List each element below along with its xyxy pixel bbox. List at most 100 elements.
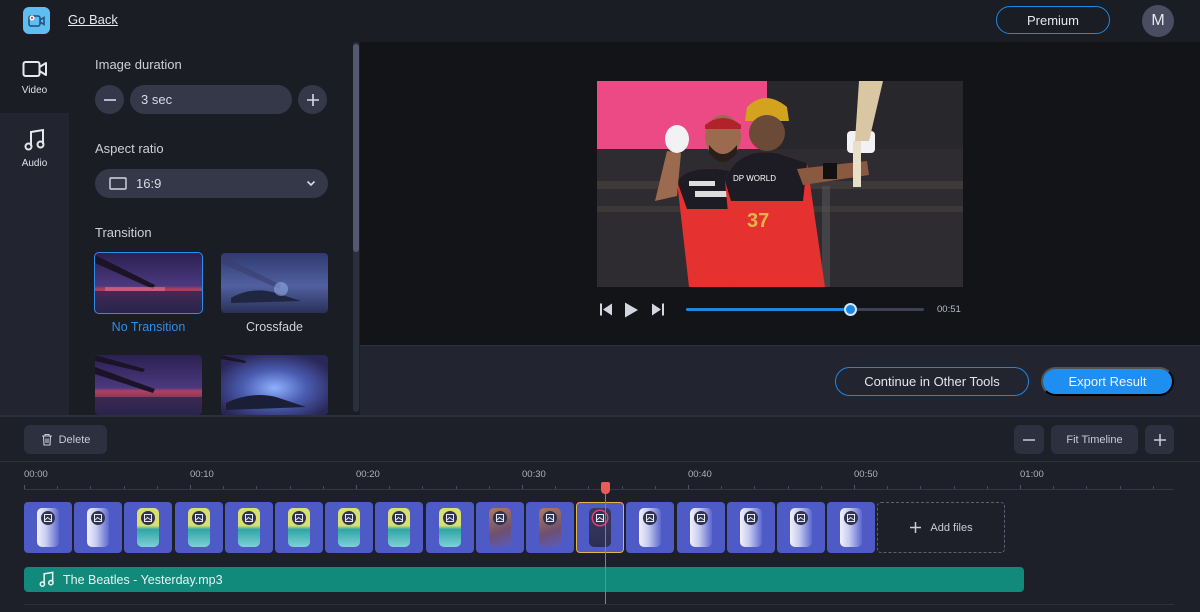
image-icon	[141, 511, 156, 525]
skip-forward-button[interactable]	[651, 302, 665, 322]
progress-knob[interactable]	[843, 303, 857, 316]
sidebar-item-label: Video	[21, 85, 48, 96]
clip-thumbnail	[338, 508, 361, 547]
timeline-clip[interactable]	[827, 502, 876, 553]
timeline-clip[interactable]	[626, 502, 675, 553]
image-icon	[543, 511, 557, 525]
chevron-down-icon	[306, 180, 316, 187]
timeline-clip[interactable]	[777, 502, 825, 553]
timeline-clip[interactable]	[224, 502, 273, 553]
timeline-clip[interactable]	[124, 502, 173, 553]
image-icon	[41, 511, 55, 525]
image-icon	[844, 511, 859, 525]
duration-input[interactable]: 3 sec	[130, 85, 292, 114]
clip-thumbnail	[288, 508, 310, 547]
clip-thumbnail	[388, 508, 411, 547]
clip-thumbnail	[739, 508, 762, 547]
delete-label: Delete	[58, 433, 91, 446]
plus-icon	[306, 93, 319, 106]
timeline-clip[interactable]	[174, 502, 223, 553]
app-logo[interactable]	[23, 7, 50, 34]
trash-icon	[41, 433, 52, 446]
transition-option-4[interactable]	[221, 355, 328, 415]
image-icon	[693, 511, 708, 525]
image-icon	[492, 511, 507, 525]
image-icon	[292, 511, 306, 525]
play-button[interactable]	[624, 302, 639, 323]
timeline-clip[interactable]	[275, 502, 323, 553]
video-camera-icon	[22, 61, 47, 77]
transition-option-no-transition[interactable]	[94, 252, 203, 314]
timeline-clip[interactable]	[325, 502, 374, 553]
progress-fill	[686, 308, 851, 311]
aspect-ratio-select[interactable]: 16:9	[95, 169, 328, 198]
duration-increment-button[interactable]	[298, 85, 327, 114]
add-files-label: Add files	[930, 521, 973, 534]
minus-icon	[103, 98, 116, 101]
timeline-clip[interactable]	[576, 502, 625, 553]
skip-back-button[interactable]	[599, 302, 613, 322]
ruler-divider	[0, 461, 1200, 462]
go-back-link[interactable]: Go Back	[68, 12, 118, 27]
ruler-tick-label: 00:40	[688, 469, 712, 480]
duration-decrement-button[interactable]	[95, 85, 124, 114]
timeline-clip[interactable]	[425, 502, 474, 553]
clip-thumbnail	[639, 508, 662, 547]
image-icon	[392, 511, 407, 525]
fit-timeline-label: Fit Timeline	[1066, 433, 1123, 446]
export-result-button[interactable]: Export Result	[1041, 367, 1174, 396]
image-icon	[191, 511, 206, 525]
audio-track[interactable]: The Beatles - Yesterday.mp3	[24, 567, 1024, 592]
add-files-button[interactable]: Add files	[877, 502, 1005, 553]
playhead-handle[interactable]	[601, 482, 610, 494]
image-icon	[794, 511, 808, 525]
svg-text:DP WORLD: DP WORLD	[733, 174, 776, 183]
settings-scrollbar-thumb[interactable]	[353, 44, 359, 252]
minus-icon	[1023, 438, 1035, 441]
fit-timeline-button[interactable]: Fit Timeline	[1051, 425, 1138, 454]
current-time: 00:51	[937, 304, 961, 315]
ruler-baseline	[24, 489, 1174, 490]
clip-thumbnail	[539, 508, 561, 547]
settings-panel: Image duration 3 sec Aspect ratio 16:9 T…	[69, 42, 359, 415]
ruler-tick-label: 00:00	[24, 469, 48, 480]
premium-button[interactable]: Premium	[996, 6, 1110, 34]
aspect-ratio-value: 16:9	[136, 176, 162, 191]
ruler-tick-label: 00:20	[356, 469, 380, 480]
zoom-in-button[interactable]	[1145, 425, 1174, 454]
clip-thumbnail	[37, 508, 59, 547]
sidebar-item-audio[interactable]: Audio	[0, 113, 69, 184]
timeline-clip[interactable]	[24, 502, 72, 553]
clip-thumbnail	[689, 508, 712, 547]
transition-label: Transition	[95, 225, 152, 240]
transition-label-crossfade: Crossfade	[246, 320, 303, 334]
skip-forward-icon	[652, 303, 664, 316]
rectangle-icon	[109, 177, 127, 190]
timeline-clip[interactable]	[375, 502, 424, 553]
bridge-thumbnail-image	[95, 253, 202, 313]
timeline-clip[interactable]	[475, 502, 524, 553]
timeline-clip[interactable]	[74, 502, 123, 553]
playhead-line	[605, 492, 606, 604]
ruler-tick-label: 00:30	[522, 469, 546, 480]
delete-button[interactable]: Delete	[24, 425, 107, 454]
video-frame-image: 37 DP WORLD	[597, 81, 963, 287]
sidebar-item-video[interactable]: Video	[0, 42, 69, 113]
transition-label-no-transition: No Transition	[111, 320, 186, 334]
timeline-clip[interactable]	[676, 502, 725, 553]
skip-back-icon	[600, 303, 612, 316]
zoom-out-button[interactable]	[1014, 425, 1044, 454]
timeline-clip[interactable]	[726, 502, 775, 553]
transition-option-3[interactable]	[95, 355, 202, 415]
aspect-ratio-label: Aspect ratio	[95, 141, 164, 156]
image-icon	[643, 511, 658, 525]
video-preview[interactable]: 37 DP WORLD	[597, 81, 963, 287]
avatar[interactable]: M	[1142, 5, 1174, 37]
continue-in-other-tools-button[interactable]: Continue in Other Tools	[835, 367, 1029, 396]
timeline-clip[interactable]	[526, 502, 574, 553]
image-icon	[241, 511, 256, 525]
plus-icon	[910, 522, 922, 533]
transition-option-crossfade[interactable]	[221, 253, 328, 313]
audio-track-name: The Beatles - Yesterday.mp3	[63, 572, 223, 587]
crossfade-thumbnail-image	[221, 253, 328, 313]
